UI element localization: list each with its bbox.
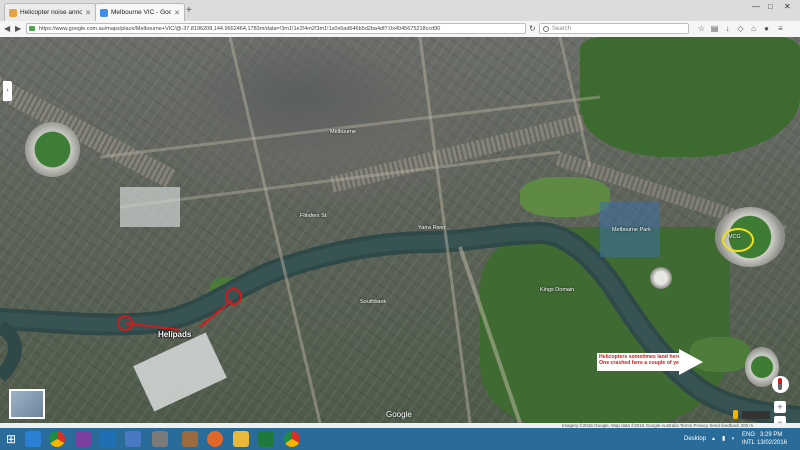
map-label: Kings Domain <box>540 287 575 293</box>
url-bar[interactable]: https://www.google.com.au/maps/place/Mel… <box>26 23 526 34</box>
search-icon <box>543 26 549 32</box>
chrome-icon[interactable] <box>284 431 300 447</box>
tray-arrow-icon[interactable]: ▴ <box>712 436 715 443</box>
forward-button[interactable]: ▶ <box>15 24 21 34</box>
close-icon[interactable]: ✕ <box>85 9 91 17</box>
tab-strip: Helicopter noise annoying... ✕ Melbourne… <box>0 0 800 21</box>
clock-date[interactable]: 13/02/2016 <box>757 440 787 447</box>
windows-start-icon[interactable]: ⊞ <box>3 431 19 447</box>
tab-helicopter-noise[interactable]: Helicopter noise annoying... ✕ <box>4 3 96 21</box>
firefox-icon[interactable] <box>207 431 223 447</box>
note-line: One crashed here a couple of years ago <box>599 360 698 366</box>
zoom-out-button[interactable]: − <box>774 416 786 423</box>
compass-icon[interactable] <box>772 376 789 393</box>
page-icon <box>9 8 17 17</box>
network-icon[interactable]: ▮ <box>722 436 725 443</box>
southern-cross-station <box>120 187 180 227</box>
helicopter-landing-note: Helicopters sometimes land here. One cra… <box>597 353 698 371</box>
arrow-icon <box>679 349 703 375</box>
close-window-button[interactable]: ✕ <box>784 2 791 12</box>
nav-bar: ◀ ▶ https://www.google.com.au/maps/place… <box>0 21 800 38</box>
mcg-landing-marker <box>722 228 754 252</box>
google-logo: Google <box>386 410 412 419</box>
new-tab-button[interactable]: + <box>186 6 192 16</box>
internet-explorer-icon[interactable] <box>25 431 41 447</box>
docklands-stadium <box>25 122 80 177</box>
map-label: Melbourne <box>330 129 356 135</box>
store-icon[interactable] <box>125 431 141 447</box>
map-label: Yarra River <box>418 225 446 231</box>
helipads-annotation: Helipads <box>158 330 192 339</box>
search-input[interactable]: Search <box>539 23 689 34</box>
helipad-marker <box>117 315 133 331</box>
expand-sidebar-button[interactable]: › <box>3 81 12 101</box>
zoom-in-button[interactable]: + <box>774 401 786 413</box>
menu-icon[interactable]: ≡ <box>776 24 785 33</box>
excel-icon[interactable] <box>258 431 274 447</box>
pocket-icon[interactable]: ◇ <box>736 24 745 33</box>
app-icon[interactable] <box>152 431 168 447</box>
map-label: Melbourne Park <box>612 227 651 233</box>
rod-laver-arena <box>650 267 672 289</box>
desktop-toolbar[interactable]: Desktop <box>684 436 706 443</box>
app-icon[interactable] <box>182 431 198 447</box>
helipad-marker <box>225 288 242 305</box>
clock-time[interactable]: 3:29 PM <box>760 432 782 439</box>
file-explorer-icon[interactable] <box>233 431 249 447</box>
tab-label: Helicopter noise annoying... <box>20 9 82 16</box>
home-icon[interactable]: ⌂ <box>749 24 758 33</box>
chrome-icon[interactable] <box>49 431 65 447</box>
chat-icon[interactable]: ● <box>762 24 771 33</box>
lock-icon <box>29 26 35 31</box>
tab-label: Melbourne VIC - Google ... <box>111 9 171 16</box>
region-indicator[interactable]: INTL <box>742 440 755 447</box>
app-icon[interactable] <box>75 431 91 447</box>
star-icon[interactable]: ☆ <box>697 24 706 33</box>
download-icon[interactable]: ↓ <box>723 24 732 33</box>
google-maps-icon <box>100 8 108 17</box>
maximize-button[interactable]: □ <box>768 2 773 12</box>
reading-list-icon[interactable]: ▤ <box>710 24 719 33</box>
windows-taskbar: ⊞ Desktop ▴ ▮ ◖ ENG INTL 3:29 PM 13/02/2… <box>0 428 800 450</box>
language-indicator[interactable]: ENG <box>742 432 755 439</box>
map-label: Southbank <box>360 299 387 305</box>
imagery-strip[interactable] <box>742 411 770 419</box>
back-button[interactable]: ◀ <box>4 24 10 34</box>
volume-icon[interactable]: ◖ <box>731 436 735 443</box>
reload-icon[interactable]: ↻ <box>529 24 536 34</box>
minimize-button[interactable]: — <box>752 2 760 12</box>
map-view-toggle[interactable] <box>9 389 45 419</box>
close-icon[interactable]: ✕ <box>174 9 180 17</box>
map-label: Flinders St <box>300 213 327 219</box>
pegman-icon[interactable] <box>733 410 738 419</box>
tab-melbourne-maps[interactable]: Melbourne VIC - Google ... ✕ <box>95 3 185 21</box>
outlook-icon[interactable] <box>100 431 116 447</box>
